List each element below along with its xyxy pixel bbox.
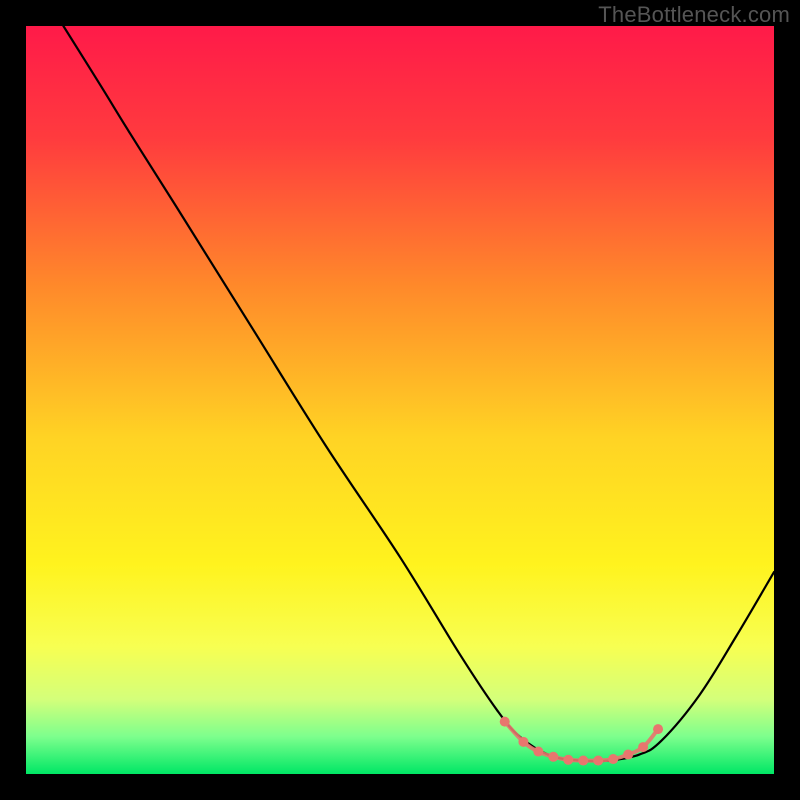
valley-dot [563, 755, 573, 765]
valley-dot [578, 756, 588, 766]
valley-dot [638, 742, 648, 752]
valley-dot [653, 724, 663, 734]
valley-dot [500, 717, 510, 727]
valley-dot [518, 737, 528, 747]
valley-dot [608, 754, 618, 764]
valley-dot [593, 756, 603, 766]
gradient-background [26, 26, 774, 774]
chart-frame: TheBottleneck.com [0, 0, 800, 800]
valley-dot [533, 747, 543, 757]
watermark-text: TheBottleneck.com [598, 2, 790, 28]
valley-dot [623, 750, 633, 760]
plot-area [26, 26, 774, 774]
valley-dot [548, 752, 558, 762]
chart-svg [26, 26, 774, 774]
